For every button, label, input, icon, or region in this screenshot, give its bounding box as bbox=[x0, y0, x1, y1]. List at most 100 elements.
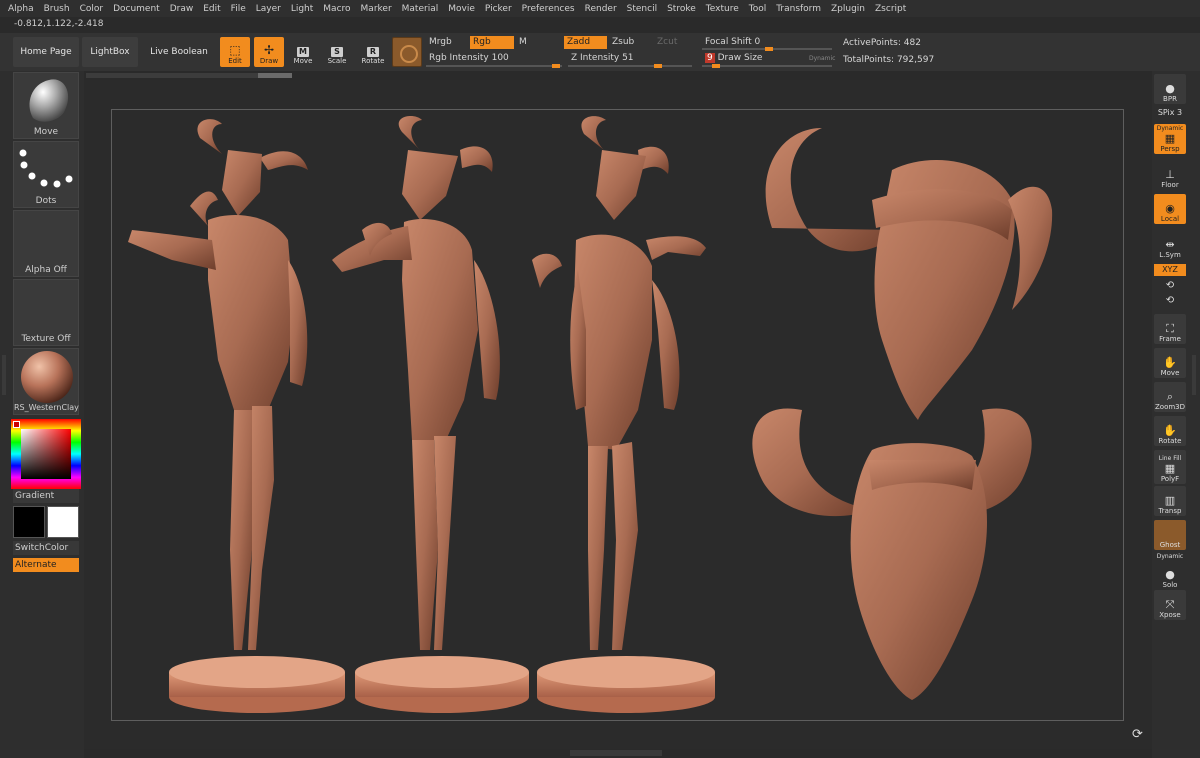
floor-button[interactable]: ⊥ Floor bbox=[1154, 160, 1186, 190]
bpr-button[interactable]: ● BPR bbox=[1154, 74, 1186, 104]
stroke-name: Dots bbox=[35, 196, 57, 206]
menu-material[interactable]: Material bbox=[402, 4, 439, 14]
menu-transform[interactable]: Transform bbox=[776, 4, 821, 14]
menu-layer[interactable]: Layer bbox=[256, 4, 281, 14]
move-mode-button[interactable]: M Move bbox=[288, 37, 318, 67]
frame-icon: ⛶ bbox=[1166, 322, 1174, 335]
material-selector[interactable]: RS_WesternClay bbox=[13, 348, 79, 415]
stroke-selector[interactable]: Dots bbox=[13, 141, 79, 208]
primary-color-swatch[interactable] bbox=[47, 506, 79, 538]
dynamic-draw-size-toggle[interactable]: Dynamic bbox=[806, 52, 835, 65]
rgb-intensity-track[interactable] bbox=[426, 64, 562, 68]
menu-draw[interactable]: Draw bbox=[170, 4, 194, 14]
menu-brush[interactable]: Brush bbox=[44, 4, 70, 14]
rotate-view-icon[interactable]: ⟳ bbox=[1132, 727, 1148, 743]
zsub-toggle[interactable]: Zsub bbox=[609, 36, 653, 49]
draw-size-value: 9 bbox=[705, 53, 715, 63]
texture-selector[interactable]: Texture Off bbox=[13, 279, 79, 346]
menu-light[interactable]: Light bbox=[291, 4, 313, 14]
lightbox-button[interactable]: LightBox bbox=[82, 37, 138, 67]
live-boolean-button[interactable]: Live Boolean bbox=[148, 37, 210, 67]
spix-setting[interactable]: SPix 3 bbox=[1154, 108, 1186, 117]
ghost-button[interactable]: Ghost bbox=[1154, 520, 1186, 550]
zcut-toggle[interactable]: Zcut bbox=[654, 36, 694, 49]
m-toggle[interactable]: M bbox=[516, 36, 560, 49]
menu-tool[interactable]: Tool bbox=[749, 4, 766, 14]
menu-preferences[interactable]: Preferences bbox=[522, 4, 575, 14]
menu-stencil[interactable]: Stencil bbox=[627, 4, 657, 14]
left-tray-toggle[interactable] bbox=[2, 355, 6, 395]
brush-selector[interactable]: Move bbox=[13, 72, 79, 139]
document-scrollbar-thumb[interactable] bbox=[258, 73, 292, 78]
material-swatch-icon[interactable] bbox=[392, 37, 422, 67]
menu-marker[interactable]: Marker bbox=[361, 4, 392, 14]
gradient-toggle[interactable]: Gradient bbox=[13, 489, 79, 503]
edit-mode-button[interactable]: ⬚ Edit bbox=[220, 37, 250, 67]
color-picker[interactable] bbox=[11, 419, 81, 489]
focal-shift-track[interactable] bbox=[702, 47, 832, 51]
secondary-color-swatch[interactable] bbox=[13, 506, 45, 538]
menu-render[interactable]: Render bbox=[585, 4, 617, 14]
zadd-toggle[interactable]: Zadd bbox=[564, 36, 607, 49]
menu-edit[interactable]: Edit bbox=[203, 4, 220, 14]
persp-button[interactable]: Dynamic ▦ Persp bbox=[1154, 124, 1186, 154]
draw-size-track[interactable] bbox=[702, 64, 832, 68]
draw-label: Draw bbox=[259, 57, 279, 65]
menu-file[interactable]: File bbox=[231, 4, 246, 14]
material-sphere-icon bbox=[21, 351, 73, 403]
mrgb-toggle[interactable]: Mrgb bbox=[426, 36, 468, 49]
move-brush-icon bbox=[29, 79, 69, 122]
menu-zplugin[interactable]: Zplugin bbox=[831, 4, 865, 14]
switch-color-button[interactable]: SwitchColor bbox=[13, 541, 79, 555]
menu-texture[interactable]: Texture bbox=[706, 4, 739, 14]
transp-button[interactable]: ▥ Transp bbox=[1154, 486, 1186, 516]
scale-label: Scale bbox=[327, 57, 347, 65]
solo-label: Solo bbox=[1162, 581, 1178, 589]
menu-zscript[interactable]: Zscript bbox=[875, 4, 906, 14]
move-view-button[interactable]: ✋ Move bbox=[1154, 348, 1186, 378]
right-tray-toggle[interactable] bbox=[1192, 355, 1196, 395]
scale-mode-button[interactable]: S Scale bbox=[322, 37, 352, 67]
menu-macro[interactable]: Macro bbox=[323, 4, 350, 14]
home-page-button[interactable]: Home Page bbox=[13, 37, 79, 67]
alpha-selector[interactable]: Alpha Off bbox=[13, 210, 79, 277]
menu-movie[interactable]: Movie bbox=[448, 4, 475, 14]
rgb-intensity-thumb[interactable] bbox=[552, 64, 560, 68]
focal-shift-thumb[interactable] bbox=[765, 47, 773, 51]
rgb-toggle[interactable]: Rgb bbox=[470, 36, 514, 49]
draw-size-thumb[interactable] bbox=[712, 64, 720, 68]
draw-mode-button[interactable]: ✢ Draw bbox=[254, 37, 284, 67]
local-button[interactable]: ◉ Local bbox=[1154, 194, 1186, 224]
z-intensity-thumb[interactable] bbox=[654, 64, 662, 68]
zoom3d-button[interactable]: ⌕ Zoom3D bbox=[1154, 382, 1186, 412]
xpose-button[interactable]: ⤧ Xpose bbox=[1154, 590, 1186, 620]
rotate-mode-button[interactable]: R Rotate bbox=[358, 37, 388, 67]
menu-document[interactable]: Document bbox=[113, 4, 160, 14]
rotate-y-icon[interactable]: ⟲ bbox=[1154, 280, 1186, 291]
scale-icon: S bbox=[331, 47, 343, 57]
texture-name: Texture Off bbox=[21, 334, 71, 344]
z-intensity-track[interactable] bbox=[568, 64, 692, 68]
rotate-view-button[interactable]: ✋ Rotate bbox=[1154, 416, 1186, 446]
rotate-z-icon[interactable]: ⟲ bbox=[1154, 295, 1186, 306]
lsym-button[interactable]: ⇹ L.Sym bbox=[1154, 230, 1186, 260]
active-points-readout: ActivePoints: 482 bbox=[843, 38, 921, 48]
persp-dynamic-label: Dynamic bbox=[1156, 125, 1184, 132]
solo-button[interactable]: ● Solo bbox=[1154, 560, 1186, 590]
xyz-toggle[interactable]: XYZ bbox=[1154, 264, 1186, 276]
polyf-button[interactable]: Line Fill ▦ PolyF bbox=[1154, 450, 1186, 484]
rgb-intensity-value: 100 bbox=[491, 53, 509, 63]
menu-stroke[interactable]: Stroke bbox=[667, 4, 696, 14]
alternate-button[interactable]: Alternate bbox=[13, 558, 79, 572]
rgb-intensity-slider[interactable]: Rgb Intensity 100 bbox=[426, 52, 509, 65]
saturation-square[interactable] bbox=[21, 429, 71, 479]
rotate-hand-icon: ✋ bbox=[1163, 424, 1177, 437]
bottom-tray-toggle[interactable] bbox=[570, 750, 662, 756]
z-intensity-slider[interactable]: Z Intensity 51 bbox=[568, 52, 634, 65]
menu-picker[interactable]: Picker bbox=[485, 4, 512, 14]
menu-alpha[interactable]: Alpha bbox=[8, 4, 34, 14]
frame-button[interactable]: ⛶ Frame bbox=[1154, 314, 1186, 344]
move-label: Move bbox=[293, 57, 313, 65]
menu-color[interactable]: Color bbox=[80, 4, 104, 14]
z-intensity-label: Z Intensity bbox=[571, 53, 620, 63]
